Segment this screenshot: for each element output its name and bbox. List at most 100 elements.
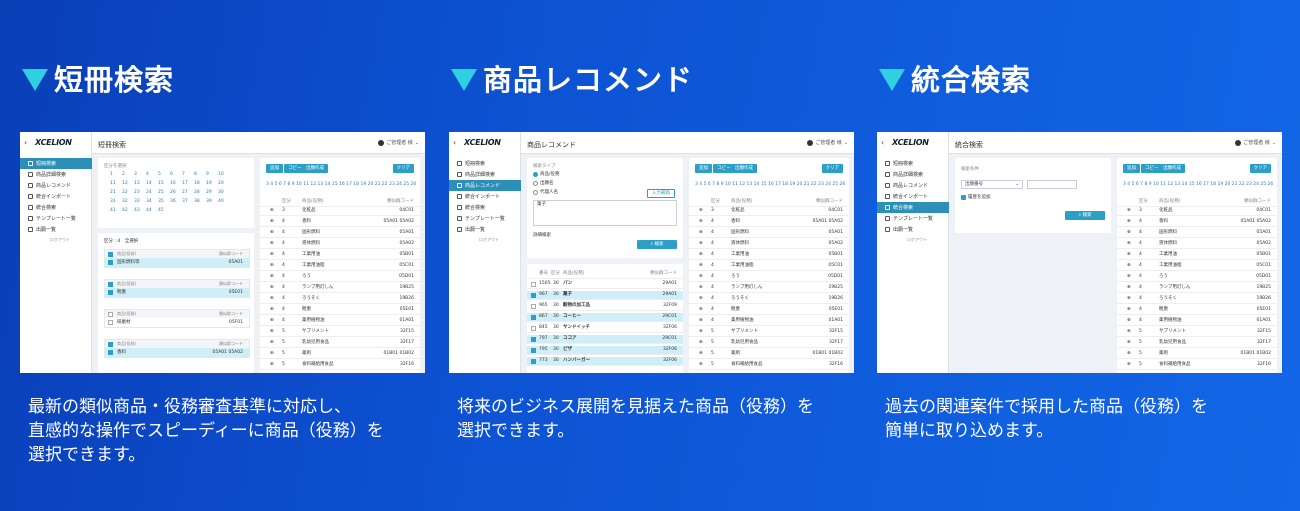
copy-icon[interactable]: ⊕ [1127,306,1131,314]
card-row[interactable]: 香料 05A01 05A02 [105,348,249,357]
table-row[interactable]: 965 30 穀物の加工品 32F09 [527,302,683,311]
copy-icon[interactable]: ⊕ [699,317,703,325]
table-row[interactable]: ⊕ 4 液体燃料 05A02 [260,240,420,249]
table-row[interactable]: ⊕ 4 薬用植物油 01A01 [1117,317,1277,326]
class-number[interactable]: 2 [122,172,125,177]
table-row[interactable]: 797 30 ココア 29C01 [527,335,683,344]
logout-link[interactable]: ログアウト [449,237,521,243]
class-number[interactable]: 29 [206,190,212,195]
copy-icon[interactable]: ⊕ [270,361,274,369]
table-row[interactable]: ⊕ 4 工業用油脂 05C01 [1117,262,1277,271]
sidebar-item[interactable]: 出願一覧 [877,224,949,235]
checkbox[interactable] [531,315,536,320]
copy-icon[interactable]: ⊕ [699,273,703,281]
table-row[interactable]: 967 30 菓子 29A01 [527,291,683,300]
class-number[interactable]: 18 [194,181,200,186]
table-row[interactable]: ⊕ 5 乳幼児用食品 32F17 [1117,339,1277,348]
sidebar-item[interactable]: テンプレート一覧 [877,213,949,224]
toolbar-button[interactable]: クリア [392,164,414,173]
copy-icon[interactable]: ⊕ [699,361,703,369]
copy-icon[interactable]: ⊕ [270,218,274,226]
class-number[interactable]: 38 [194,199,200,204]
copy-icon[interactable]: ⊕ [699,251,703,259]
user-menu[interactable]: ご管理者 様 ⌄ [378,139,419,146]
class-number[interactable]: 44 [146,208,152,213]
copy-icon[interactable]: ⊕ [1127,229,1131,237]
logout-link[interactable]: ログアウト [877,237,949,243]
checkbox[interactable] [108,252,113,257]
toolbar-button[interactable]: 追加 [695,164,712,173]
copy-icon[interactable]: ⊕ [699,218,703,226]
back-icon[interactable]: ‹ [24,138,27,147]
checkbox[interactable] [108,350,113,355]
table-row[interactable]: ⊕ 4 工業用油 05B01 [689,251,849,260]
copy-icon[interactable]: ⊕ [1127,207,1131,215]
copy-icon[interactable]: ⊕ [270,339,274,347]
copy-icon[interactable]: ⊕ [270,273,274,281]
table-row[interactable]: 795 30 ピザ 32F06 [527,346,683,355]
table-row[interactable]: ⊕ 5 食料補給用食品 32F16 [260,361,420,370]
sidebar-item[interactable]: 商品詳細検索 [877,169,949,180]
table-row[interactable]: ⊕ 3 化粧品 04C01 [689,207,849,216]
class-number[interactable]: 35 [158,199,164,204]
table-row[interactable]: ⊕ 5 薬剤 01B01 01B02 [689,350,849,359]
class-number[interactable]: 4 [146,172,149,177]
copy-icon[interactable]: ⊕ [270,284,274,292]
sidebar-item[interactable]: 商品レコメンド [20,180,92,191]
table-row[interactable]: ⊕ 4 工業用油 05B01 [260,251,420,260]
toolbar-button[interactable]: 追加 [266,164,283,173]
copy-icon[interactable]: ⊕ [270,240,274,248]
table-row[interactable]: ⊕ 5 サプリメント 32F15 [689,328,849,337]
class-number[interactable]: 9 [206,172,209,177]
copy-icon[interactable]: ⊕ [270,295,274,303]
table-row[interactable]: ⊕ 4 工業用油脂 05C01 [689,262,849,271]
user-menu[interactable]: ご管理者 様 ⌄ [1235,139,1276,146]
table-row[interactable]: ⊕ 4 ろうそく 19B26 [689,295,849,304]
table-row[interactable]: ⊕ 4 液体燃料 05A02 [1117,240,1277,249]
class-number[interactable]: 22 [122,190,128,195]
toolbar-button[interactable]: 追加 [1123,164,1140,173]
table-row[interactable]: ⊕ 4 薬用植物油 01A01 [689,317,849,326]
class-number[interactable]: 5 [158,172,161,177]
copy-icon[interactable]: ⊕ [699,306,703,314]
toolbar-button[interactable]: 出願作成 [302,164,328,173]
search-button[interactable]: ⌕ 検索 [1065,211,1105,220]
class-number[interactable]: 20 [218,181,224,186]
table-row[interactable]: ⊕ 4 ランプ用灯しん 19B25 [1117,284,1277,293]
radio-goods[interactable]: 商品/役務 [533,171,560,177]
sidebar-item[interactable]: 商品レコメンド [449,180,521,191]
class-number[interactable]: 26 [170,190,176,195]
copy-icon[interactable]: ⊕ [1127,251,1131,259]
class-number[interactable]: 23 [134,190,140,195]
sidebar-item[interactable]: 短冊検索 [449,158,521,169]
class-number[interactable]: 11 [110,181,116,186]
table-row[interactable]: 1505 30 パン 29A01 [527,280,683,289]
checkbox[interactable] [531,359,536,364]
class-number[interactable]: 14 [146,181,152,186]
copy-icon[interactable]: ⊕ [1127,361,1131,369]
copy-icon[interactable]: ⊕ [699,207,703,215]
table-row[interactable]: ⊕ 4 固形燃料 05A01 [1117,229,1277,238]
class-number[interactable]: 34 [146,199,152,204]
input-assist-button[interactable]: 入力補助 [647,189,675,198]
table-row[interactable]: ⊕ 4 薬用植物油 01A01 [260,317,420,326]
copy-icon[interactable]: ⊕ [699,229,703,237]
checkbox[interactable] [531,348,536,353]
class-filter-list[interactable]: 3 4 5 6 7 8 9 10 11 12 13 14 15 16 17 18… [1123,180,1273,189]
class-number[interactable]: 40 [218,199,224,204]
class-number[interactable]: 41 [110,208,116,213]
class-number[interactable]: 39 [206,199,212,204]
class-number[interactable]: 45 [158,208,164,213]
sidebar-item[interactable]: 統合インポート [449,191,521,202]
class-filter-list[interactable]: 3 4 5 6 7 8 9 10 11 12 13 14 15 16 17 18… [266,180,416,189]
table-row[interactable]: ⊕ 5 サプリメント 32F15 [1117,328,1277,337]
copy-icon[interactable]: ⊕ [699,350,703,358]
class-number[interactable]: 10 [218,172,224,177]
table-row[interactable]: ⊕ 4 固形燃料 05A01 [689,229,849,238]
table-row[interactable]: ⊕ 5 食料補給用食品 32F16 [1117,361,1277,370]
class-number[interactable]: 42 [122,208,128,213]
checkbox[interactable] [531,282,536,287]
class-number[interactable]: 3 [134,172,137,177]
logout-link[interactable]: ログアウト [20,237,92,243]
table-row[interactable]: ⊕ 4 靴墨 05E01 [260,306,420,315]
